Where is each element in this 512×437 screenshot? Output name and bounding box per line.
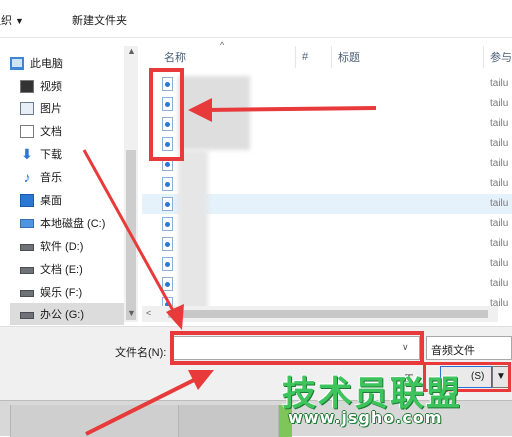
organize-label: 组织 (0, 15, 12, 27)
nav-item-label: 文档 (40, 126, 62, 138)
filetype-select[interactable]: 音频文件 (426, 336, 512, 360)
drive-icon (20, 267, 34, 274)
audio-file-icon (162, 177, 173, 191)
file-list: 名称 ^ # 标题 参与 tailu tailu tailu tailu tai… (142, 40, 512, 324)
annotation-box-filename (170, 331, 424, 365)
audio-file-icon (162, 197, 173, 211)
horizontal-scrollbar[interactable]: < (142, 306, 498, 322)
video-icon (20, 79, 34, 93)
column-header-label: 参与 (490, 52, 512, 64)
taskbar-tile[interactable] (10, 405, 178, 437)
download-icon: ⬇ (21, 145, 33, 162)
audio-file-icon (162, 217, 173, 231)
desktop-icon (20, 193, 34, 207)
nav-item-label: 此电脑 (30, 58, 63, 70)
nav-item-this-pc[interactable]: 此电脑 (10, 52, 124, 74)
blurred-filenames (178, 76, 250, 150)
nav-item-music[interactable]: ♪ 音乐 (20, 166, 124, 188)
row-artist: tailu (490, 98, 509, 109)
drive-icon (20, 290, 34, 297)
filename-label: 文件名(N): (115, 347, 167, 359)
blurred-filenames (178, 150, 208, 310)
column-header-label: # (302, 51, 309, 63)
drive-icon (20, 312, 34, 319)
nav-item-label: 下载 (40, 149, 62, 161)
column-header-participant[interactable]: 参与 (484, 46, 512, 68)
row-artist: tailu (490, 78, 509, 89)
nav-item-label: 娱乐 (F:) (40, 287, 83, 299)
nav-item-label: 图片 (40, 103, 62, 115)
horizontal-scrollbar-thumb[interactable] (168, 310, 488, 318)
nav-item-downloads[interactable]: ⬇ 下载 (20, 143, 124, 165)
new-folder-button[interactable]: 新建文件夹 (72, 12, 127, 28)
row-artist: tailu (490, 178, 509, 189)
system-drive-icon (20, 218, 34, 228)
scroll-down-icon[interactable]: ▼ (127, 308, 136, 318)
scroll-up-icon[interactable]: ▲ (127, 46, 136, 56)
row-artist: tailu (490, 118, 509, 129)
music-icon: ♪ (23, 168, 31, 185)
nav-item-documents[interactable]: 文档 (20, 120, 124, 142)
nav-scrollbar[interactable]: ▲ ▼ (124, 46, 138, 322)
scroll-left-icon[interactable]: < (146, 308, 151, 318)
nav-item-label: 文档 (E:) (40, 264, 83, 276)
audio-file-icon (162, 277, 173, 291)
computer-icon (10, 56, 24, 70)
organize-button[interactable]: 组织▼ (0, 12, 24, 28)
document-icon (20, 124, 34, 138)
annotation-box-file-icons (149, 68, 184, 161)
nav-item-label: 桌面 (40, 195, 62, 207)
nav-item-label: 本地磁盘 (C:) (40, 218, 106, 230)
nav-item-drive-g[interactable]: 办公 (G:) (10, 303, 124, 325)
row-artist: tailu (490, 218, 509, 229)
sort-up-icon: ^ (220, 40, 225, 50)
nav-item-pictures[interactable]: 图片 (20, 97, 124, 119)
navigation-pane: 此电脑 视频 图片 文档 ⬇ 下载 ♪ 音乐 桌面 本地磁盘 (C:) 软件 (… (0, 46, 140, 326)
nav-item-desktop[interactable]: 桌面 (20, 189, 124, 211)
picture-icon (20, 101, 34, 115)
row-artist: tailu (490, 138, 509, 149)
caret-down-icon: ▼ (15, 16, 24, 26)
nav-item-drive-e[interactable]: 文档 (E:) (20, 258, 124, 280)
column-header-number[interactable]: # (296, 46, 332, 68)
column-header-title[interactable]: 标题 (332, 46, 484, 68)
nav-scrollbar-thumb[interactable] (126, 150, 136, 320)
audio-file-icon (162, 237, 173, 251)
watermark-url: www.jsgho.com (288, 408, 443, 427)
nav-item-drive-d[interactable]: 软件 (D:) (20, 235, 124, 257)
watermark-logo: 技术员联盟 www.jsgho.com (282, 366, 472, 436)
nav-item-label: 视频 (40, 81, 62, 93)
audio-file-icon (162, 257, 173, 271)
row-artist: tailu (490, 158, 509, 169)
row-artist: tailu (490, 258, 509, 269)
taskbar-tile[interactable] (178, 405, 278, 437)
toolbar: 组织▼ 新建文件夹 (0, 0, 512, 38)
nav-item-label: 软件 (D:) (40, 241, 84, 253)
nav-item-label: 办公 (G:) (40, 309, 84, 321)
drive-icon (20, 244, 34, 251)
nav-item-drive-f[interactable]: 娱乐 (F:) (20, 281, 124, 303)
column-header-label: 标题 (338, 52, 360, 64)
nav-item-videos[interactable]: 视频 (20, 75, 124, 97)
nav-item-drive-c[interactable]: 本地磁盘 (C:) (20, 212, 124, 234)
row-artist: tailu (490, 278, 509, 289)
row-artist: tailu (490, 198, 509, 209)
nav-item-label: 音乐 (40, 172, 62, 184)
row-artist: tailu (490, 238, 509, 249)
column-header-label: 名称 (164, 52, 186, 64)
column-header-name[interactable]: 名称 (158, 46, 296, 68)
